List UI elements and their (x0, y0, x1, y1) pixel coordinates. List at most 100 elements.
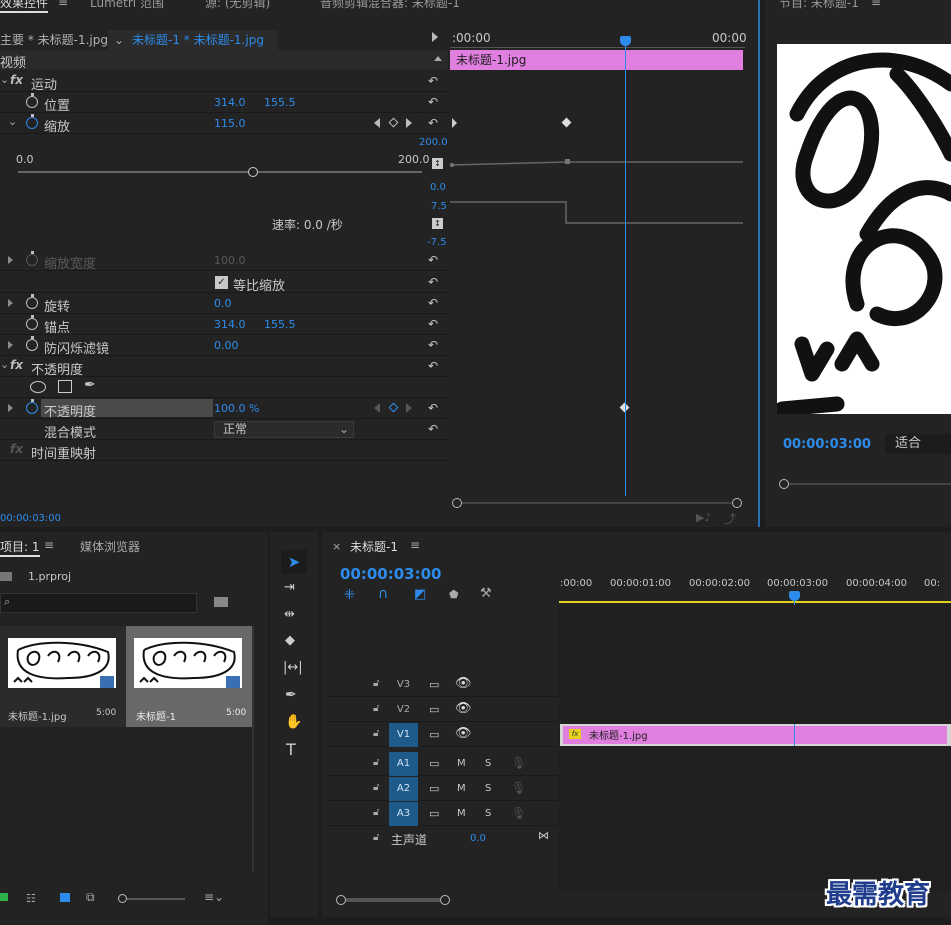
tab-source[interactable]: 源: (无剪辑) (205, 0, 270, 11)
expand-arrow-icon[interactable] (8, 341, 13, 349)
tab-effect-controls[interactable]: 效果控件 (0, 0, 49, 13)
scroll-handle-left[interactable] (336, 895, 346, 905)
icon-view-icon[interactable] (60, 893, 70, 902)
blend-mode-select[interactable]: 正常 ⌄ (214, 421, 354, 438)
panel-menu-icon[interactable]: ≡ (44, 538, 54, 552)
toggle-sync-icon[interactable]: ▭ (429, 757, 439, 770)
search-input[interactable]: ⌕ (0, 593, 197, 613)
toggle-sync-icon[interactable]: ▭ (429, 782, 439, 795)
reset-icon[interactable]: ↶ (428, 317, 442, 331)
track-label[interactable]: V1 (389, 723, 418, 747)
freeform-view-icon[interactable]: ⧉ (86, 890, 95, 905)
sequence-selector[interactable]: ⌄ 未标题-1 * 未标题-1.jpg (108, 30, 278, 50)
stopwatch-icon[interactable] (26, 315, 38, 330)
pen-tool-icon[interactable]: ✒ (285, 687, 297, 703)
ellipse-mask-icon[interactable] (30, 381, 46, 393)
reset-icon[interactable]: ↶ (428, 338, 442, 352)
mute-button[interactable]: M (457, 783, 466, 794)
scroll-thumb[interactable] (346, 898, 440, 902)
expand-arrow-icon[interactable] (432, 32, 438, 42)
lock-icon[interactable]: 🔓︎ (373, 757, 379, 768)
zoom-handle-right[interactable] (732, 498, 742, 508)
nest-icon[interactable]: ⁜ (344, 588, 355, 603)
toggle-sync-icon[interactable]: ▭ (429, 807, 439, 820)
track-label[interactable]: V3 (389, 673, 418, 697)
chevron-down-icon[interactable]: ⌄ (0, 358, 9, 371)
program-scrub-track[interactable] (789, 483, 951, 485)
go-to-end-icon[interactable]: ⋈ (538, 829, 549, 842)
reset-icon[interactable]: ↶ (428, 253, 442, 267)
anchor-y-value[interactable]: 155.5 (264, 318, 296, 331)
scale-value[interactable]: 115.0 (214, 117, 246, 130)
eye-icon[interactable]: 👁︎ (455, 701, 472, 716)
zoom-slider-track[interactable] (127, 898, 185, 900)
timeline-tab-title[interactable]: 未标题-1 (350, 538, 398, 555)
master-value[interactable]: 0.0 (470, 833, 486, 844)
graph-toggle-icon[interactable]: ↕ (432, 158, 443, 169)
razor-tool-icon[interactable]: ◆ (285, 633, 295, 648)
uniform-scale-checkbox[interactable]: ✓ (215, 276, 228, 289)
type-tool-icon[interactable]: T (286, 740, 296, 759)
slip-tool-icon[interactable]: |↔| (283, 660, 303, 675)
anchor-x-value[interactable]: 314.0 (214, 318, 246, 331)
hand-tool-icon[interactable]: ✋ (285, 714, 302, 730)
stopwatch-active-icon[interactable] (26, 114, 38, 129)
expand-arrow-icon[interactable] (8, 256, 13, 264)
sort-icon[interactable]: ≡⌄ (204, 890, 224, 904)
toggle-sync-icon[interactable]: ▭ (429, 678, 439, 691)
program-scrub-handle[interactable] (779, 479, 789, 489)
prev-keyframe-icon[interactable] (374, 403, 380, 413)
scale-slider-track[interactable] (18, 171, 422, 173)
reset-icon[interactable]: ↶ (428, 359, 442, 373)
timeline-ruler[interactable] (559, 598, 951, 603)
lock-icon[interactable]: 🔓︎ (373, 832, 379, 843)
microphone-icon[interactable]: 🎙︎ (511, 756, 526, 770)
program-title[interactable]: 节目: 未标题-1 (779, 0, 859, 11)
add-marker-icon[interactable]: ⬟ (449, 588, 459, 601)
timeline-timecode[interactable]: 00:00:03:00 (340, 565, 442, 583)
panel-menu-icon[interactable]: ≡ (58, 0, 68, 9)
solo-button[interactable]: S (485, 783, 491, 794)
opacity-value[interactable]: 100.0 % (214, 402, 259, 415)
solo-button[interactable]: S (485, 758, 491, 769)
microphone-icon[interactable]: 🎙︎ (511, 781, 526, 795)
lock-icon[interactable]: 🔓︎ (373, 728, 379, 739)
stopwatch-icon[interactable] (26, 294, 38, 309)
ec-clip-bar[interactable]: 未标题-1.jpg (450, 50, 743, 70)
reset-icon[interactable]: ↶ (428, 74, 442, 88)
toggle-sync-icon[interactable]: ▭ (429, 728, 439, 741)
stopwatch-active-icon[interactable] (26, 399, 38, 414)
rotation-value[interactable]: 0.0 (214, 297, 232, 310)
reset-icon[interactable]: ↶ (428, 116, 442, 130)
track-label[interactable]: A2 (389, 777, 418, 801)
lock-icon[interactable]: 🔓︎ (373, 807, 379, 818)
expand-arrow-icon[interactable] (8, 299, 13, 307)
stopwatch-icon[interactable] (26, 93, 38, 108)
expand-arrow-icon[interactable] (8, 404, 13, 412)
eye-icon[interactable]: 👁︎ (455, 726, 472, 741)
tab-audio-mixer[interactable]: 音频剪辑混合器: 未标题-1 (320, 0, 460, 11)
source-selector[interactable]: 主要 * 未标题-1.jpg (0, 30, 108, 50)
rectangle-mask-icon[interactable] (58, 380, 72, 393)
solo-button[interactable]: S (485, 808, 491, 819)
tab-project[interactable]: 项目: 1 (0, 538, 40, 557)
velocity-toggle-icon[interactable]: ↕ (432, 218, 443, 229)
microphone-icon[interactable]: 🎙︎ (511, 806, 526, 820)
panel-menu-icon[interactable]: ≡ (871, 0, 881, 9)
reset-icon[interactable]: ↶ (428, 296, 442, 310)
clip-body[interactable]: fx 未标题-1.jpg (563, 726, 947, 744)
lock-icon[interactable]: 🔓︎ (373, 782, 379, 793)
prev-keyframe-icon[interactable] (374, 118, 380, 128)
lock-icon[interactable] (0, 893, 8, 901)
add-keyframe-icon[interactable] (388, 117, 399, 128)
new-bin-icon[interactable] (214, 597, 228, 607)
program-timecode[interactable]: 00:00:03:00 (783, 437, 871, 452)
ec-ruler[interactable] (450, 44, 745, 48)
panel-menu-icon[interactable]: ≡ (410, 538, 420, 552)
track-select-tool-icon[interactable]: ⇥ (284, 580, 295, 595)
scroll-handle-right[interactable] (440, 895, 450, 905)
project-item[interactable]: 未标题-1.jpg 5:00 (0, 626, 126, 727)
keyframe-graph[interactable] (450, 70, 745, 250)
tab-media-browser[interactable]: 媒体浏览器 (80, 538, 140, 555)
chevron-down-icon[interactable]: ⌄ (8, 115, 17, 128)
